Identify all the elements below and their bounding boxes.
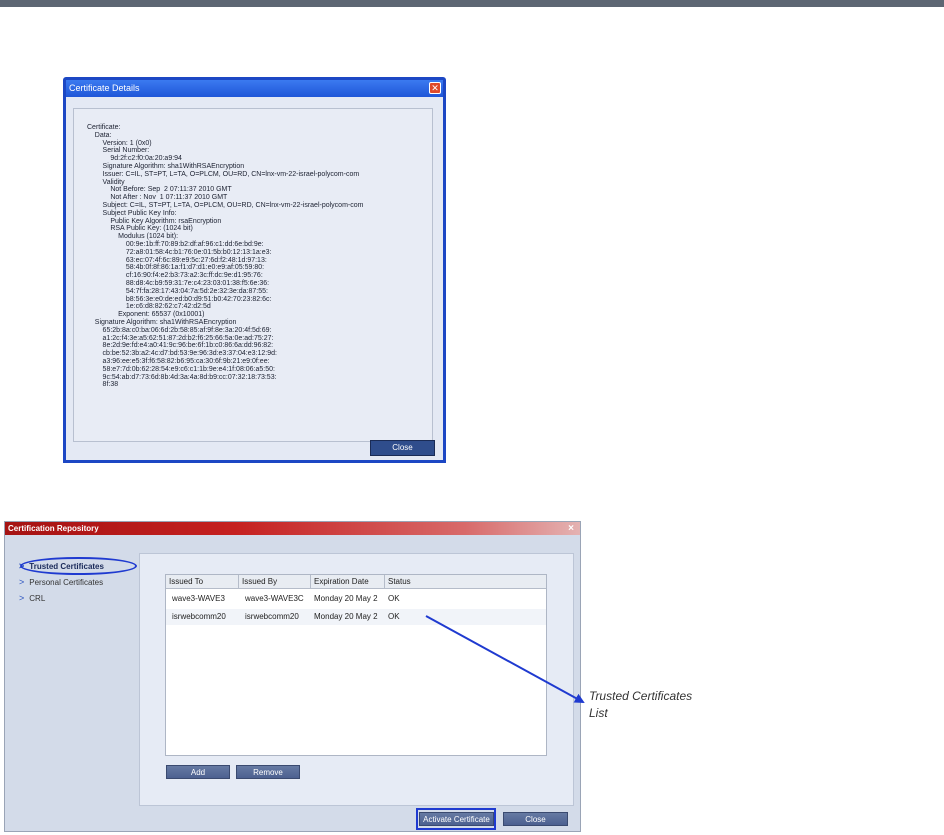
callout-arrow-icon (425, 615, 585, 703)
callout-line-1: Trusted Certificates (589, 689, 693, 703)
callout-line-2: List (589, 706, 608, 720)
callout-label: Trusted Certificates List (589, 688, 739, 722)
